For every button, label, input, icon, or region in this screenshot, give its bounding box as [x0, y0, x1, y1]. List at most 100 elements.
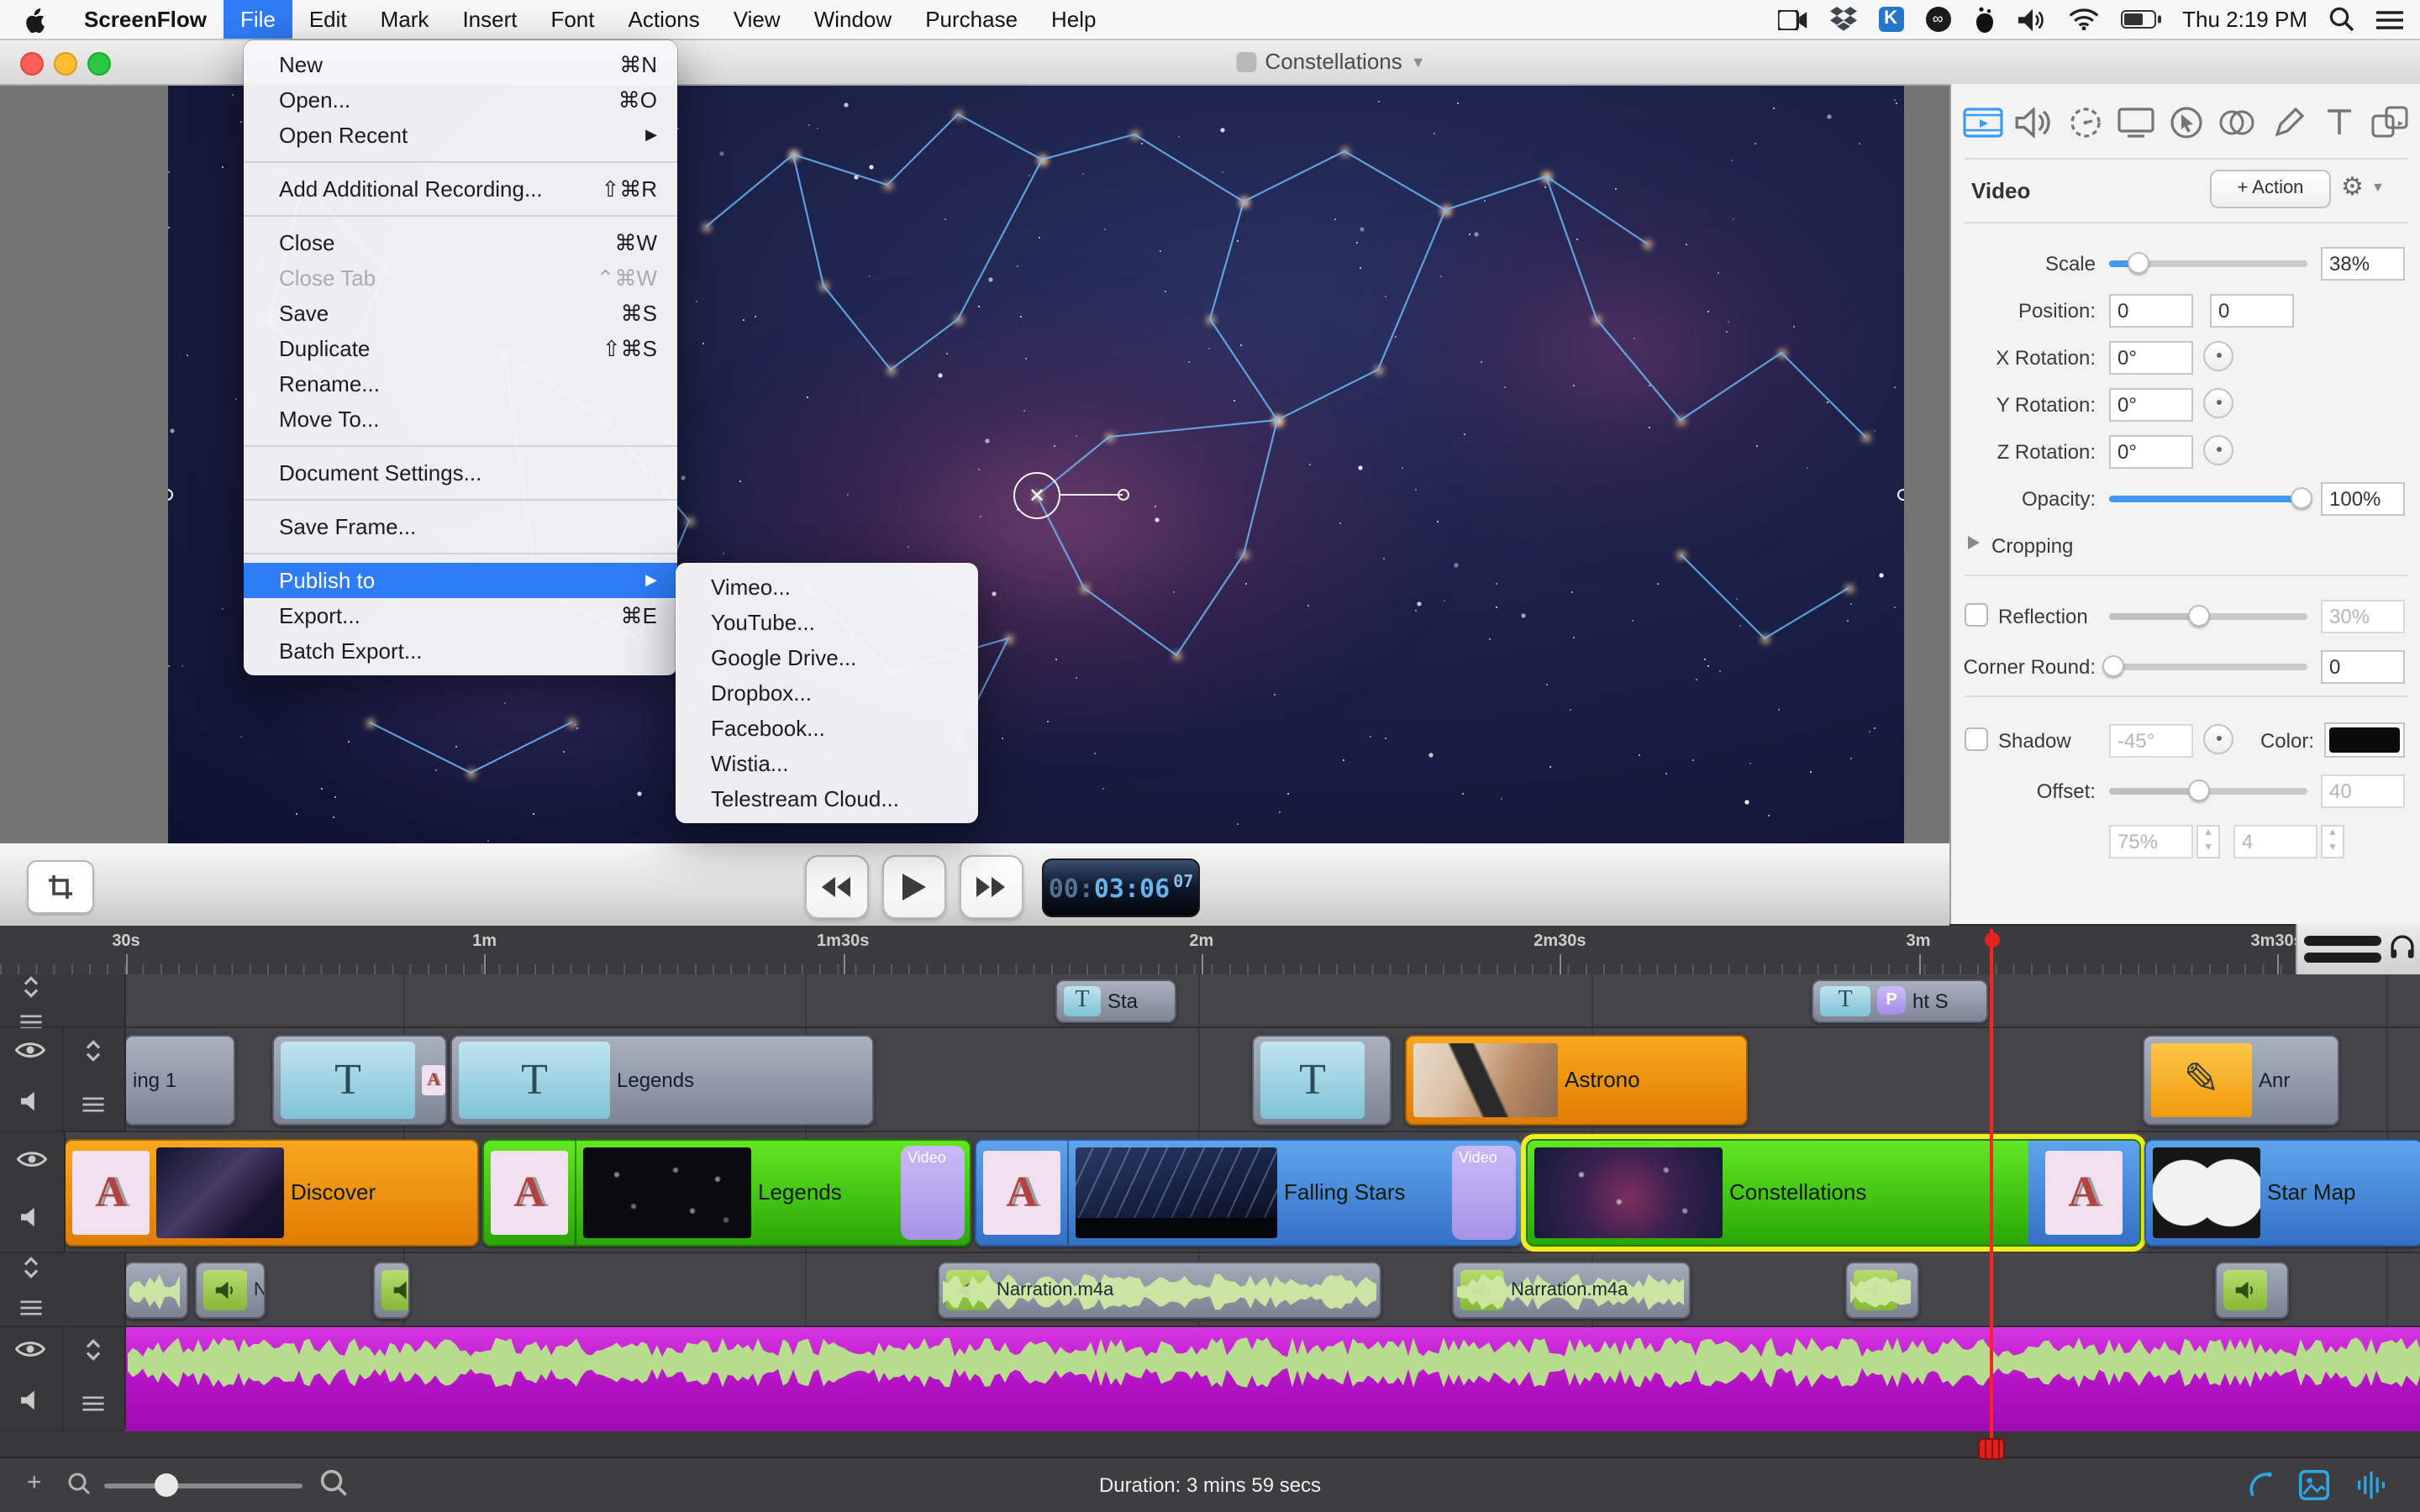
speaker-icon[interactable] — [18, 1389, 44, 1420]
video-camera-icon[interactable] — [1777, 0, 1807, 39]
play-button[interactable] — [882, 855, 946, 919]
clip-legends[interactable]: TLegends — [450, 1034, 874, 1125]
speaker-icon[interactable] — [18, 1207, 44, 1237]
x-rotation-field[interactable]: 0° — [2109, 341, 2193, 375]
file-menu-item-save[interactable]: Save⌘S — [244, 296, 677, 331]
menu-bar-item-mark[interactable]: Mark — [364, 0, 446, 39]
file-menu-item-document-settings[interactable]: Document Settings... — [244, 455, 677, 491]
clip-astrono[interactable]: Astrono — [1405, 1034, 1748, 1125]
app-blob-icon[interactable] — [1972, 0, 1996, 39]
menu-bar-item-help[interactable]: Help — [1034, 0, 1113, 39]
notification-center-icon[interactable] — [2376, 0, 2403, 39]
shadow-opacity-stepper[interactable]: ▲▼ — [2196, 825, 2220, 858]
playhead-line[interactable] — [1990, 929, 1992, 1458]
eye-icon[interactable] — [16, 1039, 46, 1069]
menu-bar-item-view[interactable]: View — [717, 0, 797, 39]
cropping-label[interactable]: Cropping — [1991, 534, 2073, 558]
clip-legends[interactable]: ALegendsVideo — [482, 1138, 971, 1246]
gear-icon[interactable]: ⚙ — [2341, 171, 2364, 202]
clip[interactable]: TA — [272, 1034, 447, 1125]
offset-value-field[interactable]: 40 — [2321, 774, 2405, 808]
menu-bar-item-screenflow[interactable]: ScreenFlow — [67, 0, 224, 39]
zoom-out-icon[interactable] — [67, 1472, 91, 1504]
timeline-zoom-slider[interactable] — [104, 1483, 302, 1488]
file-menu-item-rename[interactable]: Rename... — [244, 366, 677, 402]
opacity-slider[interactable] — [2109, 496, 2307, 502]
selection-handle-dot[interactable] — [1118, 489, 1129, 501]
file-menu-item-new[interactable]: New⌘N — [244, 47, 677, 82]
position-y-field[interactable]: 0 — [2210, 294, 2294, 328]
publish-submenu-item-dropbox[interactable]: Dropbox... — [676, 675, 978, 711]
playhead-handle[interactable] — [1978, 1438, 2005, 1460]
scale-slider[interactable] — [2109, 260, 2307, 267]
timeline-ruler[interactable]: 30s1m1m30s2m2m30s3m3m30s — [0, 924, 2420, 976]
offset-slider[interactable] — [2109, 788, 2307, 795]
shadow-blur-stepper[interactable]: ▲▼ — [2321, 825, 2344, 858]
z-rotation-dial[interactable] — [2203, 435, 2233, 465]
scale-value-field[interactable]: 38% — [2321, 247, 2405, 281]
clip[interactable]: T — [1252, 1034, 1392, 1125]
menu-bar-item-window[interactable]: Window — [797, 0, 909, 39]
audio-waveform-icon[interactable] — [2356, 1470, 2386, 1509]
y-rotation-field[interactable]: 0° — [2109, 388, 2193, 422]
publish-submenu-item-telestream-cloud[interactable]: Telestream Cloud... — [676, 781, 978, 816]
y-rotation-dial[interactable] — [2203, 388, 2233, 418]
minimize-window-button[interactable] — [54, 52, 77, 76]
file-menu-item-move-to[interactable]: Move To... — [244, 402, 677, 437]
file-menu-item-duplicate[interactable]: Duplicate⇧⌘S — [244, 331, 677, 366]
file-menu-item-save-frame[interactable]: Save Frame... — [244, 509, 677, 544]
z-rotation-field[interactable]: 0° — [2109, 435, 2193, 469]
selection-edge-handle-right[interactable] — [1897, 489, 1904, 501]
track-menu-icon[interactable] — [83, 1390, 105, 1420]
clip-narration-m4a[interactable]: Narration.m4a — [1452, 1261, 1691, 1318]
disclosure-triangle-icon[interactable] — [1968, 536, 1980, 549]
video-action-badge[interactable]: Video — [1452, 1145, 1516, 1239]
eye-icon[interactable] — [16, 1147, 46, 1178]
track-resize-chevrons-icon[interactable] — [22, 974, 40, 1008]
menu-bar-clock[interactable]: Thu 2:19 PM — [2182, 7, 2307, 32]
video-action-badge[interactable]: Video — [901, 1145, 965, 1239]
x-rotation-dial[interactable] — [2203, 341, 2233, 371]
clip-sta[interactable]: TSta — [1055, 979, 1176, 1022]
spotlight-search-icon[interactable] — [2329, 0, 2354, 39]
clip-star-map[interactable]: Star Map — [2144, 1138, 2420, 1246]
reflection-value-field[interactable]: 30% — [2321, 600, 2405, 633]
add-action-button[interactable]: + Action — [2210, 170, 2331, 208]
speaker-icon[interactable] — [18, 1090, 44, 1121]
clip-ht-s[interactable]: TPht S — [1812, 979, 1988, 1022]
menu-bar-item-actions[interactable]: Actions — [612, 0, 717, 39]
shadow-color-swatch[interactable] — [2324, 722, 2405, 758]
clip-na[interactable]: Na — [195, 1261, 266, 1318]
track-resize-chevrons-icon[interactable] — [22, 1256, 40, 1289]
file-menu-item-add-additional-recording[interactable]: Add Additional Recording...⇧⌘R — [244, 171, 677, 207]
corner-round-slider[interactable] — [2109, 664, 2307, 670]
shadow-opacity-field[interactable]: 75% — [2109, 825, 2193, 858]
add-icon[interactable]: + — [27, 1468, 42, 1497]
headphones-icon[interactable] — [2388, 932, 2417, 969]
inspector-tab-transitions[interactable] — [2216, 101, 2260, 144]
file-menu-item-publish-to[interactable]: Publish to▶ — [244, 563, 677, 598]
menu-bar-item-font[interactable]: Font — [534, 0, 611, 39]
clip-ing-1[interactable]: ing 1 — [124, 1034, 235, 1125]
clip-falling-stars[interactable]: AFalling StarsVideo — [975, 1138, 1523, 1246]
fast-forward-button[interactable] — [960, 855, 1023, 919]
clip[interactable] — [1845, 1261, 1919, 1318]
media-library-icon[interactable] — [2299, 1470, 2329, 1509]
inspector-tab-screen-recording[interactable] — [2114, 101, 2158, 144]
inspector-tab-video-properties[interactable] — [1961, 101, 2005, 144]
menu-bar-item-file[interactable]: File — [224, 0, 292, 39]
clip-constellations[interactable]: ConstellationsA — [1526, 1138, 2141, 1246]
zoom-in-icon[interactable] — [319, 1468, 348, 1505]
document-title[interactable]: Constellations ▼ — [1236, 39, 1425, 84]
volume-icon[interactable] — [2018, 0, 2046, 39]
opacity-value-field[interactable]: 100% — [2321, 482, 2405, 516]
menu-bar-item-edit[interactable]: Edit — [292, 0, 364, 39]
menu-bar-item-purchase[interactable]: Purchase — [908, 0, 1034, 39]
shadow-checkbox[interactable] — [1965, 727, 1988, 751]
file-menu-item-open-recent[interactable]: Open Recent▶ — [244, 118, 677, 153]
menu-bar-item-insert[interactable]: Insert — [445, 0, 534, 39]
reflection-slider[interactable] — [2109, 613, 2307, 620]
creative-cloud-icon[interactable]: ∞ — [1925, 0, 1950, 39]
inspector-tab-media[interactable] — [2368, 101, 2412, 144]
track-resize-chevrons-icon[interactable] — [85, 1337, 103, 1371]
